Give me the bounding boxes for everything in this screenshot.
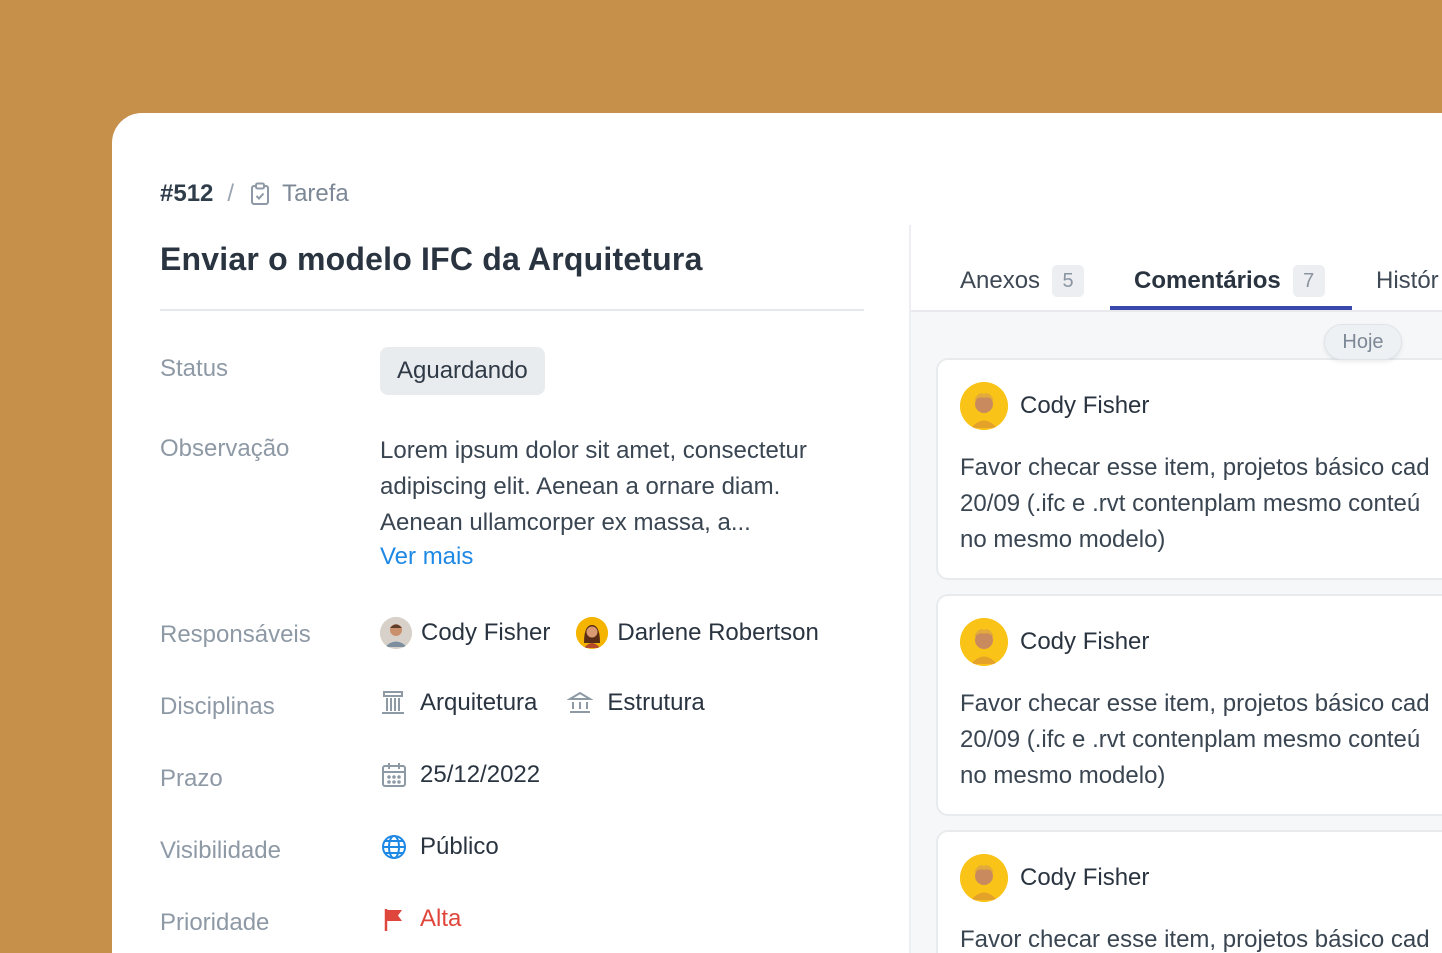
responsaveis-list: Cody Fisher Darlene Robertson [380,617,845,649]
status-badge[interactable]: Aguardando [380,347,545,395]
comment-line: Favor checar esse item, projetos básico … [960,454,1430,481]
task-type: Tarefa [282,180,349,207]
disciplinas-label: Disciplinas [160,693,275,720]
comment-header: Cody Fisher [960,382,1149,430]
assignee-chip[interactable]: Cody Fisher [380,617,550,649]
clipboard-check-icon [250,182,270,206]
calendar-icon [380,761,408,789]
tab-anexos[interactable]: Anexos 5 [960,263,1085,299]
prazo-label: Prazo [160,765,223,792]
comment-line: 20/09 (.ifc e .rvt contenplam mesmo cont… [960,490,1421,517]
comment-author: Cody Fisher [1020,628,1150,655]
discipline-chip[interactable]: Estrutura [567,689,705,717]
avatar[interactable] [960,618,1008,666]
comment-text: Favor checar esse item, projetos básico … [960,686,1442,794]
day-marker: Hoje [1324,324,1402,360]
avatar [380,617,412,649]
task-detail-card: #512 / Tarefa Enviar o modelo IFC da Arq… [112,113,1442,953]
assignee-name: Darlene Robertson [617,619,819,646]
tab-label: Comentários [1134,267,1281,294]
discipline-name: Estrutura [607,689,705,716]
avatar[interactable] [960,854,1008,902]
comment-line: Favor checar esse item, projetos básico … [960,926,1430,953]
comment-header: Cody Fisher [960,854,1149,902]
flag-icon [380,905,408,933]
prioridade-label: Prioridade [160,909,270,936]
comment-text: Favor checar esse item, projetos básico … [960,450,1442,558]
avatar[interactable] [960,382,1008,430]
tab-historico[interactable]: Histór [1376,263,1439,299]
tab-comentarios[interactable]: Comentários 7 [1134,263,1325,299]
tab-label: Histór [1376,267,1439,294]
observacao-line: Lorem ipsum dolor sit amet, consectetur [380,437,807,464]
comment-card: Cody Fisher Favor checar esse item, proj… [936,830,1442,953]
visibilidade-label: Visibilidade [160,837,281,864]
comment-author: Cody Fisher [1020,392,1150,419]
task-id: #512 [160,180,214,207]
comment-line: 20/09 (.ifc e .rvt contenplam mesmo cont… [960,726,1421,753]
comment-card: Cody Fisher Favor checar esse item, proj… [936,358,1442,580]
status-label: Status [160,355,229,382]
comment-text: Favor checar esse item, projetos básico … [960,922,1442,953]
prioridade-value[interactable]: Alta [380,905,461,933]
task-title: Enviar o modelo IFC da Arquitetura [160,241,703,277]
building-icon [380,690,406,716]
prazo-date: 25/12/2022 [420,761,541,788]
tab-label: Anexos [960,267,1041,294]
comment-line: no mesmo modelo) [960,762,1166,789]
observacao-line: Aenean ullamcorper ex massa, a... [380,509,751,536]
visibilidade-text: Público [420,833,499,860]
observacao-label: Observação [160,435,290,462]
breadcrumb-separator: / [227,180,235,207]
globe-icon [380,833,408,861]
prazo-value[interactable]: 25/12/2022 [380,761,540,789]
comment-author: Cody Fisher [1020,864,1150,891]
tab-count-badge: 5 [1052,265,1085,297]
responsaveis-label: Responsáveis [160,621,311,648]
disciplinas-list: Arquitetura Estrutura [380,689,735,717]
active-tab-indicator [1110,306,1352,310]
comment-card: Cody Fisher Favor checar esse item, proj… [936,594,1442,816]
observacao-line: adipiscing elit. Aenean a ornare diam. [380,473,781,500]
observacao-text: Lorem ipsum dolor sit amet, consectetur … [380,433,860,541]
prioridade-text: Alta [420,905,462,932]
ver-mais-link[interactable]: Ver mais [380,543,473,571]
title-divider [160,309,864,311]
comment-header: Cody Fisher [960,618,1149,666]
bank-icon [567,690,594,716]
assignee-chip[interactable]: Darlene Robertson [576,617,819,649]
comment-line: no mesmo modelo) [960,526,1166,553]
avatar [576,617,609,649]
discipline-name: Arquitetura [420,689,538,716]
discipline-chip[interactable]: Arquitetura [380,689,537,717]
visibilidade-value[interactable]: Público [380,833,499,861]
breadcrumb: #512 / Tarefa [160,179,349,209]
comment-line: Favor checar esse item, projetos básico … [960,690,1430,717]
assignee-name: Cody Fisher [421,619,551,646]
tab-count-badge: 7 [1292,265,1325,297]
